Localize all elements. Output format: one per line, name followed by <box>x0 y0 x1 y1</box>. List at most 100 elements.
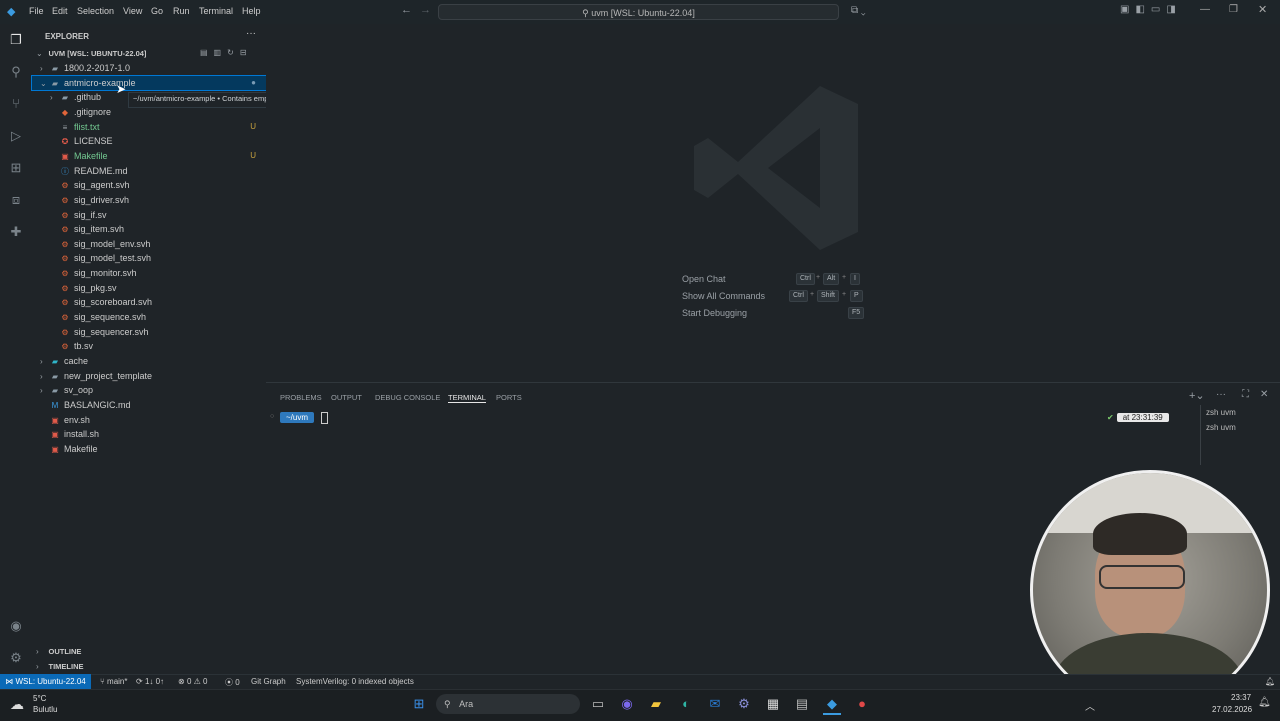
tree-item-label: sig_pkg.sv <box>74 282 117 293</box>
terminal-instance[interactable]: zsh uvm <box>1206 423 1236 432</box>
tree-file[interactable]: ⚙ sig_driver.svh <box>32 193 266 207</box>
app-window-icon[interactable]: ▤ <box>793 695 811 713</box>
timeline-section[interactable]: › TIMELINE <box>32 659 266 673</box>
tree-file[interactable]: ≡ flist.txt U <box>32 120 266 134</box>
tree-file[interactable]: ▣ env.sh <box>32 413 266 427</box>
tab-output[interactable]: OUTPUT <box>331 393 362 402</box>
new-file-icon[interactable]: ▤▥↻⊟ <box>200 46 253 60</box>
copilot-icon[interactable]: ⧉ ⌄ <box>851 5 866 16</box>
menu-help[interactable]: Help <box>242 6 261 16</box>
tree-file[interactable]: ⚙ sig_if.sv <box>32 208 266 222</box>
search-icon[interactable]: ⚲ <box>8 64 24 80</box>
maximize-icon[interactable]: ❐ <box>1229 4 1238 15</box>
outline-section[interactable]: › OUTLINE <box>32 644 266 658</box>
tree-file[interactable]: ▣ Makefile <box>32 442 266 456</box>
recorder-icon[interactable]: ● <box>853 695 871 713</box>
clock-time[interactable]: 23:37 <box>1231 693 1251 702</box>
tree-folder[interactable]: › ▰ cache <box>32 354 266 368</box>
source-control-icon[interactable]: ⑂ <box>8 96 24 112</box>
notifications-bell-icon[interactable]: 🔔︎ <box>1265 677 1275 686</box>
tree-file[interactable]: ▣ install.sh <box>32 427 266 441</box>
tree-item-label: README.md <box>74 165 128 176</box>
vscode-taskbar-icon[interactable]: ◆ <box>823 695 841 715</box>
tree-file[interactable]: ⚙ sig_pkg.sv <box>32 281 266 295</box>
new-terminal-icon[interactable]: +⌄ <box>1189 389 1205 402</box>
copilot-app-icon[interactable]: ◉ <box>618 695 636 713</box>
task-view-icon[interactable]: ▭ <box>589 695 607 713</box>
tree-file[interactable]: ⚙ sig_model_test.svh <box>32 251 266 265</box>
menu-file[interactable]: File <box>29 6 44 16</box>
panel-more-icon[interactable]: ··· <box>1216 389 1226 400</box>
tree-file[interactable]: ▣ Makefile U <box>32 149 266 163</box>
run-debug-icon[interactable]: ▷ <box>8 128 24 144</box>
explorer-icon[interactable]: ❐ <box>8 32 24 48</box>
tab-terminal[interactable]: TERMINAL <box>448 393 486 403</box>
prompt-time: ✔ at 23:31:39 <box>1104 412 1169 423</box>
remote-indicator[interactable]: ⋈ WSL: Ubuntu-22.04 <box>0 674 91 689</box>
tree-file[interactable]: ⚙ tb.sv <box>32 339 266 353</box>
menu-selection[interactable]: Selection <box>77 6 114 16</box>
tray-chevron-icon[interactable]: ︿ <box>1085 698 1095 713</box>
notification-center-icon[interactable]: 🔔︎ <box>1258 697 1271 708</box>
tree-file[interactable]: M BASLANGIC.md <box>32 398 266 412</box>
settings-gear-icon[interactable]: ⚙ <box>8 650 24 666</box>
layout-controls-icon[interactable]: ▣◧▭◨ <box>1120 4 1182 15</box>
account-icon[interactable]: ◉ <box>8 618 24 634</box>
remote-explorer-icon[interactable]: ⧈ <box>8 192 24 208</box>
tab-ports[interactable]: PORTS <box>496 393 522 402</box>
tree-file[interactable]: ⓘ README.md <box>32 164 266 178</box>
problems-status[interactable]: ⊗ 0 ⚠ 0 <box>178 677 207 686</box>
tree-folder[interactable]: › ▰ new_project_template <box>32 369 266 383</box>
more-actions-icon[interactable]: ··· <box>246 28 256 39</box>
tree-folder[interactable]: ⌄ ▰ antmicro-example ● <box>31 74 267 91</box>
tree-file[interactable]: ⚙ sig_sequence.svh <box>32 310 266 324</box>
taskbar-search[interactable]: ⚲ Ara <box>436 694 580 714</box>
ports-status[interactable]: ⦿ 0 <box>225 677 240 688</box>
tree-item-label: sig_monitor.svh <box>74 268 137 279</box>
close-icon[interactable]: ✕ <box>1258 3 1267 16</box>
file-explorer-icon[interactable]: ▰ <box>647 695 665 713</box>
edge-browser-icon[interactable]: ◐ <box>677 695 695 713</box>
tree-folder[interactable]: › ▰ sv_oop <box>32 383 266 397</box>
tree-file[interactable]: ⚙ sig_scoreboard.svh <box>32 295 266 309</box>
tree-file[interactable]: ✪ LICENSE <box>32 134 266 148</box>
menu-go[interactable]: Go <box>151 6 163 16</box>
systemverilog-file-icon: ⚙ <box>61 254 69 264</box>
weather-cloud-icon[interactable]: ☁ <box>10 696 24 713</box>
systemverilog-file-icon: ⚙ <box>61 313 69 323</box>
tree-folder[interactable]: › ▰ 1800.2-2017-1.0 <box>32 61 266 75</box>
clock-date[interactable]: 27.02.2026 <box>1212 705 1252 714</box>
folder-icon: ▰ <box>51 78 59 88</box>
windows-start-icon[interactable]: ⊞ <box>410 695 428 713</box>
outlook-icon[interactable]: ✉ <box>706 695 724 713</box>
git-branch[interactable]: ⑂ main* <box>100 677 127 686</box>
workspace-root[interactable]: ⌄ UVM [WSL: UBUNTU-22.04] ▤▥↻⊟ <box>32 46 266 60</box>
forward-arrow-icon[interactable]: → <box>420 4 431 16</box>
maximize-panel-icon[interactable]: ⛶ <box>1242 389 1249 400</box>
store-icon[interactable]: ▦ <box>764 695 782 713</box>
tree-file[interactable]: ⚙ sig_model_env.svh <box>32 237 266 251</box>
tree-file[interactable]: ⚙ sig_item.svh <box>32 222 266 236</box>
terminal-instance[interactable]: zsh uvm <box>1206 408 1236 417</box>
back-arrow-icon[interactable]: ← <box>401 4 412 16</box>
tab-debug-console[interactable]: DEBUG CONSOLE <box>375 393 440 402</box>
tree-file[interactable]: ⚙ sig_agent.svh <box>32 178 266 192</box>
tree-file[interactable]: ⚙ sig_sequencer.svh <box>32 325 266 339</box>
extensions-icon[interactable]: ⊞ <box>8 160 24 176</box>
menu-view[interactable]: View <box>123 6 142 16</box>
tab-problems[interactable]: PROBLEMS <box>280 393 322 402</box>
git-sync[interactable]: ⟳ 1↓ 0↑ <box>136 677 164 686</box>
git-graph-status[interactable]: Git Graph <box>251 677 286 686</box>
chevron-right-icon: › <box>40 386 43 396</box>
app-icon[interactable]: ⚙ <box>735 695 753 713</box>
close-panel-icon[interactable]: ✕ <box>1260 389 1268 400</box>
python-icon[interactable]: ✚ <box>8 224 24 240</box>
tree-file[interactable]: ⚙ sig_monitor.svh <box>32 266 266 280</box>
minimize-icon[interactable]: — <box>1200 4 1210 15</box>
menu-terminal[interactable]: Terminal <box>199 6 233 16</box>
menu-run[interactable]: Run <box>173 6 190 16</box>
tree-item-label: sig_scoreboard.svh <box>74 297 153 308</box>
command-center-search[interactable]: ⚲ uvm [WSL: Ubuntu-22.04] <box>438 4 839 20</box>
menu-edit[interactable]: Edit <box>52 6 68 16</box>
systemverilog-status[interactable]: SystemVerilog: 0 indexed objects <box>296 677 414 686</box>
